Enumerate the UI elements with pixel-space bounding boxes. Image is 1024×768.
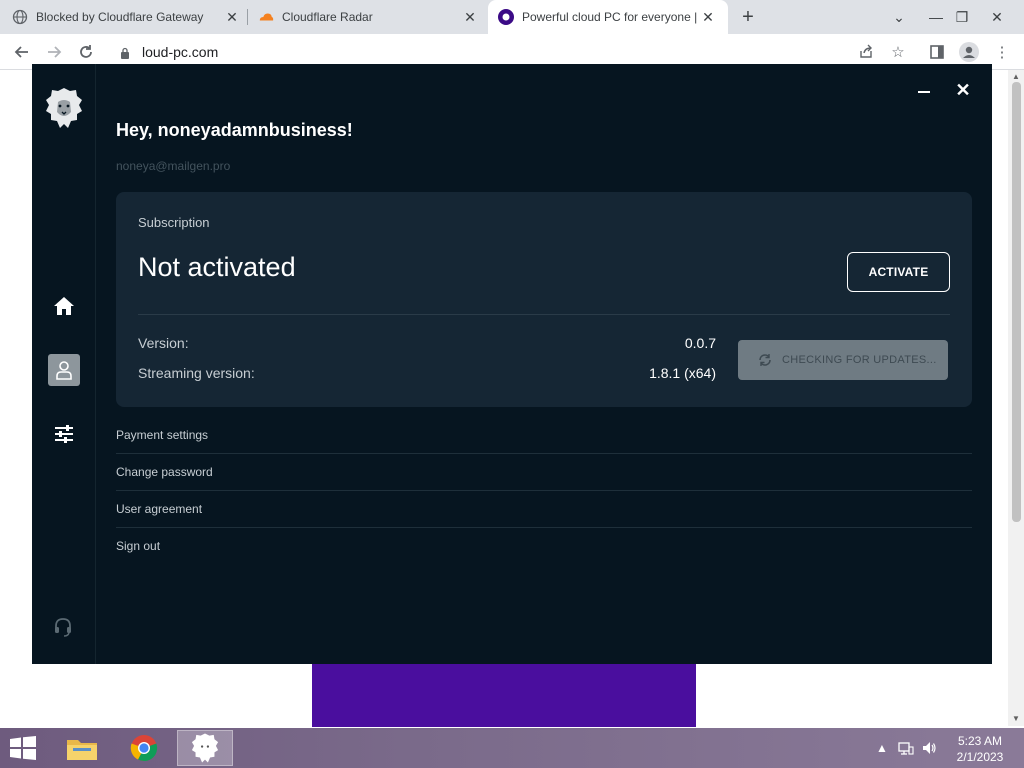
taskbar-clock[interactable]: 5:23 AM 2/1/2023: [950, 733, 1010, 765]
share-icon[interactable]: [856, 42, 876, 62]
settings-sliders-icon[interactable]: [48, 418, 80, 450]
app-sidebar: [32, 64, 96, 664]
menu-divider: [116, 527, 972, 528]
streaming-version-value: 1.8.1 (x64): [649, 365, 716, 381]
refresh-spinner-icon: [758, 353, 772, 367]
menu-item-label: User agreement: [116, 502, 203, 516]
card-divider: [138, 314, 950, 315]
subscription-status: Not activated: [138, 252, 296, 282]
streaming-version-label: Streaming version:: [138, 365, 255, 381]
windows-start-icon[interactable]: [8, 736, 38, 760]
activate-button[interactable]: ACTIVATE: [847, 252, 950, 292]
menu-item-label: Payment settings: [116, 428, 209, 442]
close-window-icon[interactable]: ✕: [980, 0, 1014, 34]
reload-icon[interactable]: [74, 40, 98, 64]
version-label: Version:: [138, 335, 189, 351]
menu-kebab-icon[interactable]: ⋮: [992, 42, 1012, 62]
version-value: 0.0.7: [684, 335, 716, 351]
subscription-label: Subscription: [138, 215, 210, 230]
scroll-down-arrow-icon[interactable]: ▼: [1010, 714, 1022, 724]
support-headset-icon[interactable]: [52, 616, 74, 638]
scrollbar-thumb[interactable]: [1012, 82, 1021, 522]
menu-change-password[interactable]: Change password: [116, 465, 972, 502]
globe-icon: [12, 9, 28, 25]
cloud-pc-app-window: ✕ Hey, noneyadamnbusiness! noneya@mailge…: [32, 64, 992, 664]
menu-divider: [116, 453, 972, 454]
new-tab-button[interactable]: +: [738, 7, 758, 27]
cloud-pc-icon: [498, 9, 514, 25]
windows-taskbar: ▲ 5:23 AM 2/1/2023: [0, 728, 1024, 768]
app-close-icon[interactable]: ✕: [955, 81, 971, 99]
browser-tab-strip: Blocked by Cloudflare Gateway ✕ Cloudfla…: [0, 0, 1024, 34]
back-arrow-icon[interactable]: [10, 40, 34, 64]
home-icon[interactable]: [48, 290, 80, 322]
check-updates-button[interactable]: CHECKING FOR UPDATES...: [738, 340, 948, 380]
network-icon[interactable]: [898, 740, 914, 756]
subscription-card: Subscription Not activated ACTIVATE Vers…: [116, 192, 972, 407]
scroll-up-arrow-icon[interactable]: ▲: [1010, 72, 1022, 82]
tab-title: Cloudflare Radar: [282, 10, 373, 24]
tab-search-chevron-icon[interactable]: ⌄: [882, 0, 916, 34]
menu-item-label: Sign out: [116, 539, 161, 553]
tab-cloud-pc[interactable]: Powerful cloud PC for everyone | ✕: [488, 0, 728, 34]
user-email: noneya@mailgen.pro: [116, 159, 231, 173]
menu-sign-out[interactable]: Sign out: [116, 539, 972, 576]
page-hero-purple: [312, 663, 696, 727]
volume-icon[interactable]: [921, 740, 937, 756]
menu-divider: [116, 490, 972, 491]
close-tab-icon[interactable]: ✕: [224, 9, 240, 25]
close-tab-icon[interactable]: ✕: [462, 9, 478, 25]
clock-date: 2/1/2023: [956, 750, 1004, 764]
cloudflare-icon: [258, 9, 274, 25]
app-minimize-icon[interactable]: [916, 84, 932, 100]
cloud-pc-taskbar-icon[interactable]: [177, 730, 233, 766]
tab-title: Blocked by Cloudflare Gateway: [36, 10, 204, 24]
tab-cloudflare-radar[interactable]: Cloudflare Radar ✕: [258, 0, 482, 34]
user-icon[interactable]: [48, 354, 80, 386]
check-updates-label: CHECKING FOR UPDATES...: [782, 354, 937, 366]
tab-title: Powerful cloud PC for everyone |: [522, 10, 698, 24]
greeting-heading: Hey, noneyadamnbusiness!: [116, 120, 353, 140]
chrome-icon[interactable]: [116, 730, 172, 766]
restore-window-icon[interactable]: ❐: [945, 0, 979, 34]
profile-avatar-icon[interactable]: [959, 42, 979, 62]
menu-user-agreement[interactable]: User agreement: [116, 502, 972, 539]
address-bar[interactable]: loud-pc.com: [110, 38, 900, 66]
file-explorer-icon[interactable]: [54, 730, 110, 766]
clock-time: 5:23 AM: [957, 734, 1003, 748]
tab-separator: [247, 9, 248, 25]
tray-overflow-chevron-icon[interactable]: ▲: [874, 740, 890, 756]
bookmark-star-icon[interactable]: ☆: [888, 42, 908, 62]
close-tab-icon[interactable]: ✕: [700, 9, 716, 25]
tab-blocked-gateway[interactable]: Blocked by Cloudflare Gateway ✕: [12, 0, 244, 34]
menu-item-label: Change password: [116, 465, 213, 479]
menu-payment-settings[interactable]: Payment settings: [116, 428, 972, 465]
lock-icon[interactable]: [120, 46, 130, 59]
url-text: loud-pc.com: [142, 44, 219, 60]
side-panel-icon[interactable]: [927, 42, 947, 62]
forward-arrow-icon[interactable]: [42, 40, 66, 64]
lion-logo-icon: [44, 86, 84, 130]
